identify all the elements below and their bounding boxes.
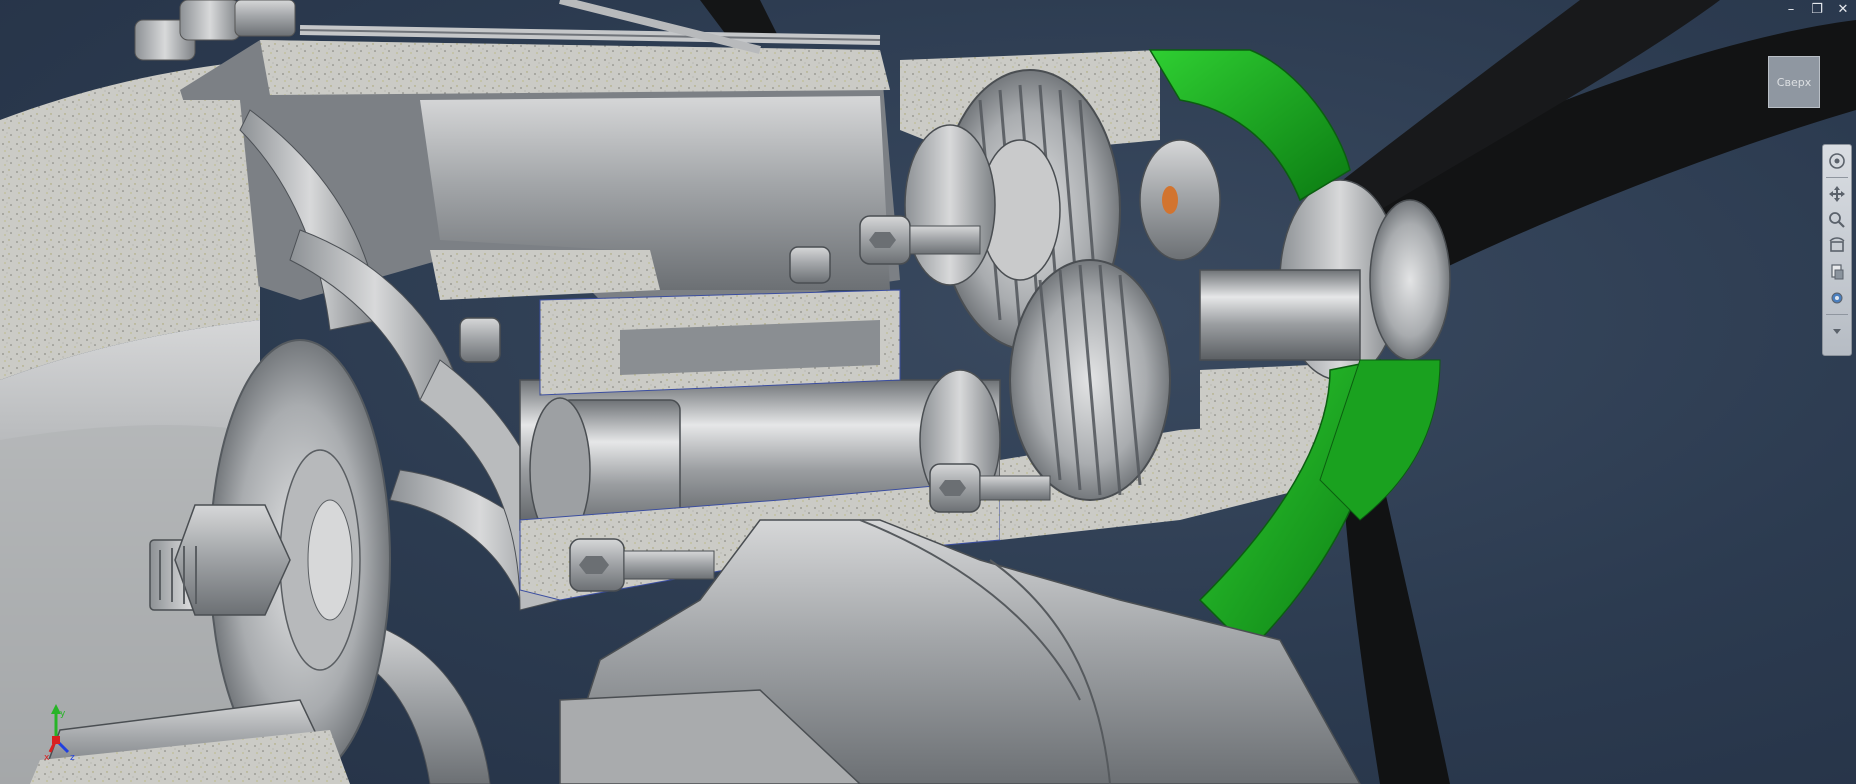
viewcube[interactable]: Сверх: [1768, 56, 1820, 108]
turbine-cutaway-model[interactable]: [0, 0, 1856, 784]
look-icon[interactable]: [1825, 286, 1849, 310]
navbar-menu-arrow-icon[interactable]: [1825, 319, 1849, 343]
ucs-icon: y x z: [44, 704, 75, 760]
restore-icon[interactable]: ❐: [1808, 2, 1826, 18]
navbar-divider: [1826, 314, 1848, 315]
svg-text:z: z: [70, 753, 75, 760]
output-shaft[interactable]: [1199, 269, 1361, 361]
navigation-bar: [1822, 144, 1852, 356]
pan-icon[interactable]: [1825, 182, 1849, 206]
navbar-divider: [1826, 177, 1848, 178]
3d-viewport[interactable]: – ❐ ✕ Сверх y x z: [0, 0, 1856, 784]
showmotion-icon[interactable]: [1825, 260, 1849, 284]
svg-text:x: x: [44, 753, 50, 760]
orbit-icon[interactable]: [1825, 234, 1849, 258]
viewcube-face-label[interactable]: Сверх: [1777, 76, 1811, 89]
zoom-icon[interactable]: [1825, 208, 1849, 232]
close-icon[interactable]: ✕: [1834, 2, 1852, 18]
window-controls: – ❐ ✕: [1782, 2, 1852, 18]
minimize-icon[interactable]: –: [1782, 2, 1800, 18]
svg-text:y: y: [60, 709, 66, 719]
full-navigation-wheel-icon[interactable]: [1825, 149, 1849, 173]
